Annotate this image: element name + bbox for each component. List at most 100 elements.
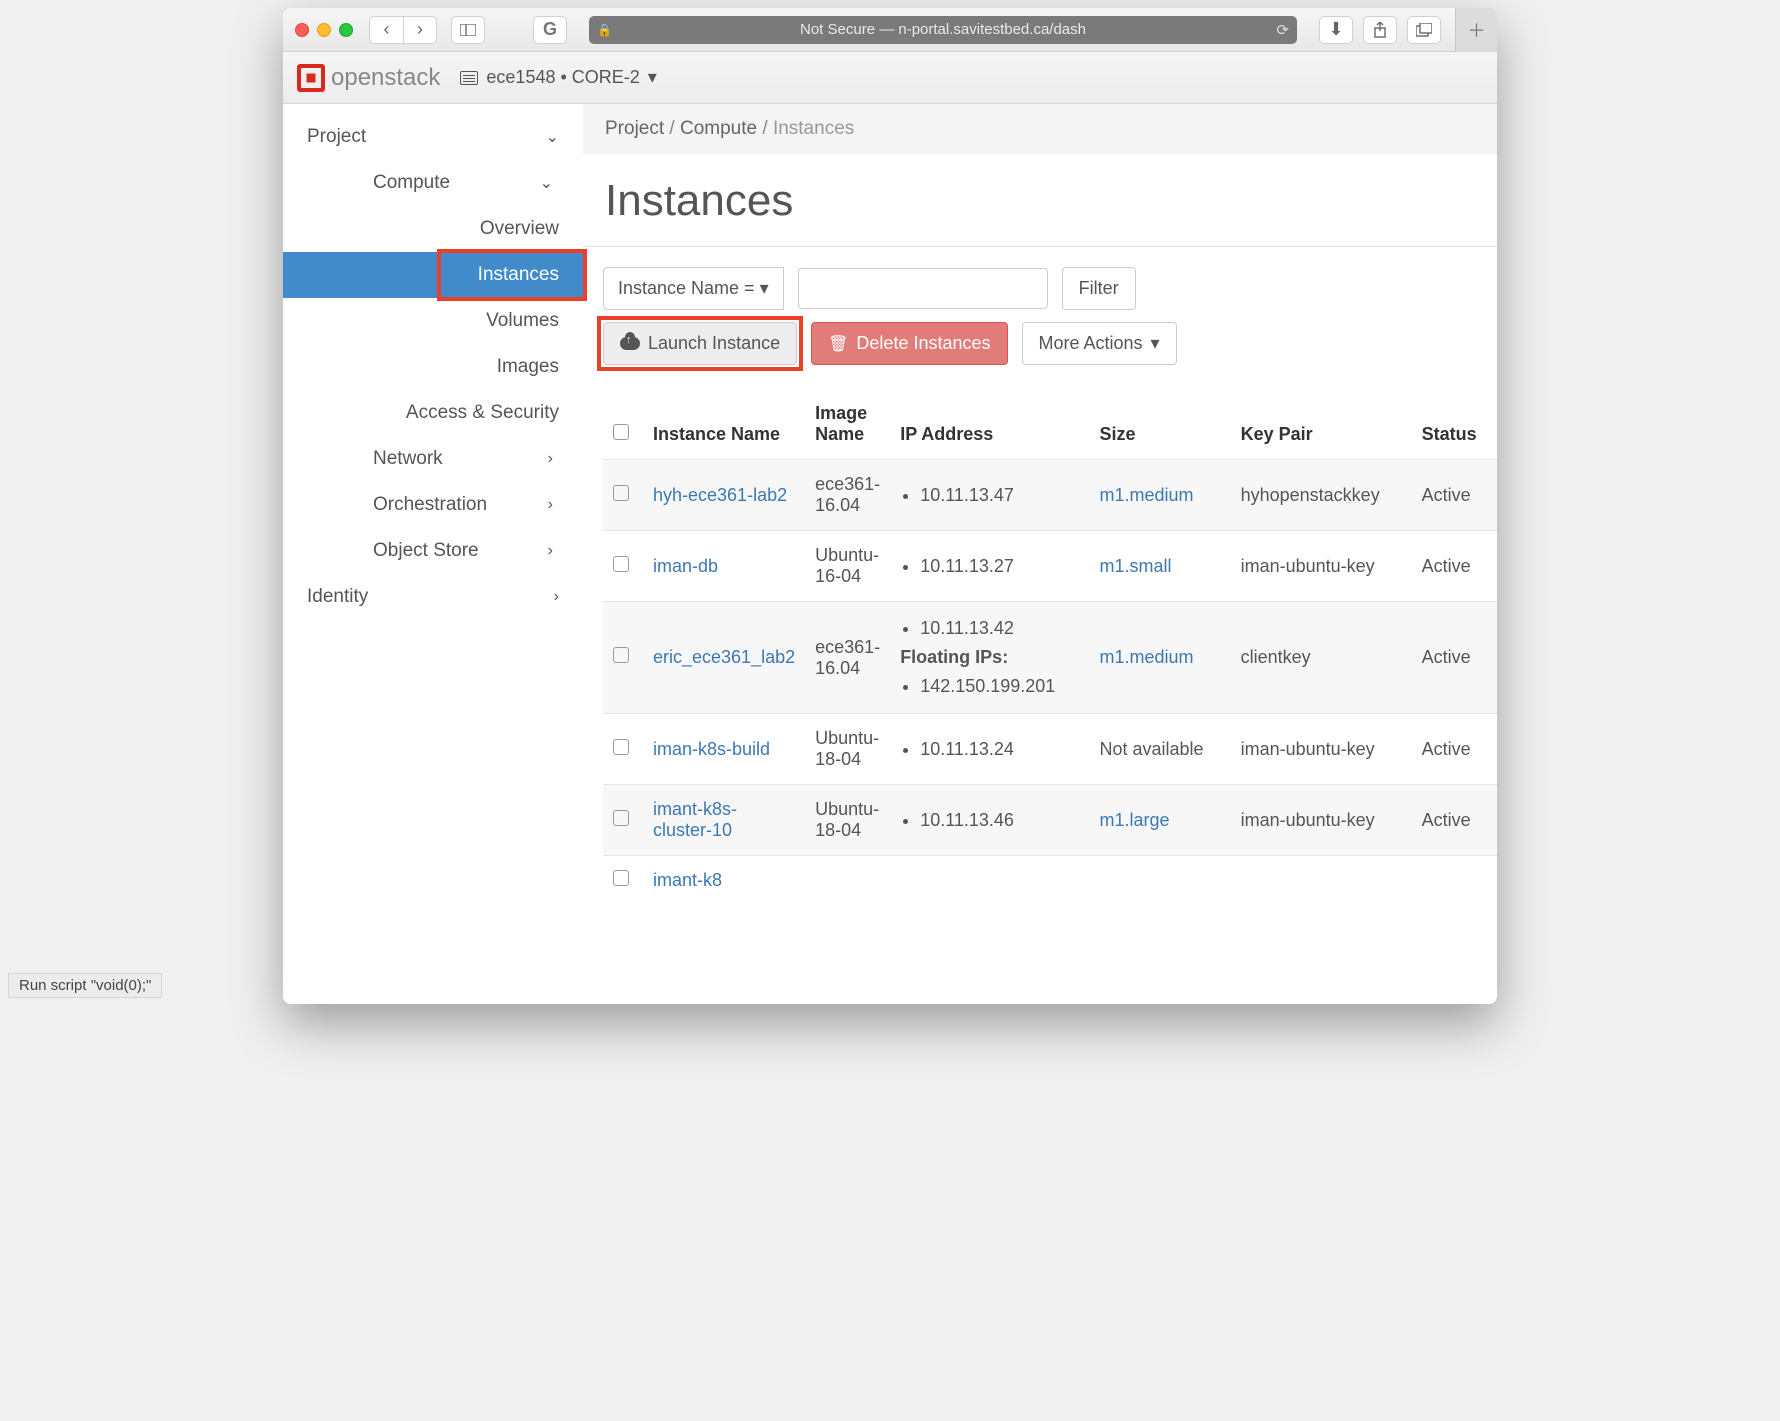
main-panel: Project / Compute / Instances Instances … [583, 104, 1497, 1004]
domain-icon [460, 71, 478, 85]
row-checkbox[interactable] [613, 485, 629, 501]
select-all-checkbox[interactable] [613, 424, 629, 440]
size-cell: Not available [1089, 714, 1230, 785]
col-size[interactable]: Size [1089, 389, 1230, 460]
ip-cell: 10.11.13.27 [890, 531, 1089, 602]
extension-button[interactable]: G [533, 16, 567, 44]
address-text: Not Secure — n-portal.savitestbed.ca/das… [800, 21, 1086, 38]
row-checkbox[interactable] [613, 556, 629, 572]
breadcrumb: Project / Compute / Instances [583, 104, 1497, 154]
more-actions-button[interactable]: More Actions ▾ [1022, 322, 1177, 365]
size-cell: m1.medium [1089, 460, 1230, 531]
size-cell: m1.medium [1089, 602, 1230, 714]
table-row: iman-db Ubuntu-16-0410.11.13.27 m1.small im… [603, 531, 1497, 602]
delete-instances-button[interactable]: Delete Instances [811, 322, 1007, 365]
size-link[interactable]: m1.medium [1099, 647, 1193, 667]
row-checkbox[interactable] [613, 739, 629, 755]
sidebar-toggle-button[interactable] [451, 16, 485, 44]
nav-access-security[interactable]: Access & Security [283, 390, 583, 436]
nav-network[interactable]: Network › [283, 436, 583, 482]
nav-instances-label: Instances [478, 264, 559, 286]
trash-icon [828, 333, 848, 354]
status-cell [1412, 856, 1497, 906]
minimize-window-button[interactable] [317, 23, 331, 37]
nav-network-label: Network [373, 448, 443, 470]
nav-orchestration-label: Orchestration [373, 494, 487, 516]
col-instance-name[interactable]: Instance Name [643, 389, 805, 460]
breadcrumb-current: Instances [773, 118, 854, 139]
launch-instance-label: Launch Instance [648, 333, 780, 354]
nav-compute[interactable]: Compute ⌄ [283, 160, 583, 206]
caret-down-icon: ▾ [760, 278, 769, 298]
instance-name-link[interactable]: hyh-ece361-lab2 [653, 485, 787, 505]
image-name-cell: Ubuntu-16-04 [805, 531, 890, 602]
browser-titlebar: ‹ › G 🔒 Not Secure — n-portal.savitestbe… [283, 8, 1497, 52]
project-context-switcher[interactable]: ece1548 • CORE-2 ▾ [460, 67, 656, 88]
nav-project[interactable]: Project ⌄ [283, 114, 583, 160]
nav-identity-label: Identity [307, 586, 368, 608]
instance-name-link[interactable]: imant-k8 [653, 870, 722, 890]
maximize-window-button[interactable] [339, 23, 353, 37]
col-status[interactable]: Status [1412, 389, 1497, 460]
share-icon [1373, 22, 1387, 38]
instance-name-link[interactable]: imant-k8s-cluster-10 [653, 799, 737, 840]
context-label: ece1548 • CORE-2 [486, 67, 639, 88]
brand-logo[interactable]: openstack [297, 64, 440, 92]
more-actions-label: More Actions [1039, 333, 1143, 354]
size-link[interactable]: m1.small [1099, 556, 1171, 576]
status-cell: Active [1412, 460, 1497, 531]
chevron-right-icon: › [548, 542, 553, 560]
row-checkbox[interactable] [613, 810, 629, 826]
row-checkbox[interactable] [613, 647, 629, 663]
launch-instance-button[interactable]: Launch Instance [603, 322, 797, 365]
filter-button[interactable]: Filter [1062, 267, 1136, 310]
key-pair-cell: iman-ubuntu-key [1231, 531, 1412, 602]
filter-field-select[interactable]: Instance Name = ▾ [603, 267, 784, 310]
back-button[interactable]: ‹ [369, 16, 403, 44]
size-link[interactable]: m1.large [1099, 810, 1169, 830]
nav-volumes[interactable]: Volumes [283, 298, 583, 344]
breadcrumb-project[interactable]: Project [605, 118, 664, 139]
table-row: iman-k8s-buildUbuntu-18-0410.11.13.24Not… [603, 714, 1497, 785]
row-checkbox[interactable] [613, 870, 629, 886]
filter-input[interactable] [798, 268, 1048, 309]
instance-name-link[interactable]: eric_ece361_lab2 [653, 647, 795, 667]
nav-object-store[interactable]: Object Store › [283, 528, 583, 574]
close-window-button[interactable] [295, 23, 309, 37]
instance-name-link[interactable]: iman-k8s-build [653, 739, 770, 759]
downloads-button[interactable]: ⬇ [1319, 16, 1353, 44]
col-key-pair[interactable]: Key Pair [1231, 389, 1412, 460]
ip-cell: 10.11.13.42Floating IPs:142.150.199.201 [890, 602, 1089, 714]
extension-icon: G [543, 19, 557, 40]
caret-down-icon: ▾ [1151, 333, 1160, 354]
breadcrumb-compute[interactable]: Compute [680, 118, 757, 139]
col-ip-address[interactable]: IP Address [890, 389, 1089, 460]
instance-name-link[interactable]: iman-db [653, 556, 718, 576]
content-area: Project ⌄ Compute ⌄ Overview Instances V… [283, 104, 1497, 1004]
nav-orchestration[interactable]: Orchestration › [283, 482, 583, 528]
chevron-down-icon: ⌄ [546, 127, 559, 147]
new-tab-button[interactable]: ＋ [1455, 8, 1497, 52]
key-pair-cell: iman-ubuntu-key [1231, 714, 1412, 785]
reload-icon[interactable]: ⟳ [1276, 21, 1289, 39]
tabs-button[interactable] [1407, 16, 1441, 44]
forward-button[interactable]: › [403, 16, 437, 44]
nav-object-store-label: Object Store [373, 540, 479, 562]
nav-images-label: Images [497, 356, 559, 378]
openstack-icon [297, 64, 325, 92]
floating-ip: 142.150.199.201 [920, 674, 1079, 699]
table-row: imant-k8s-cluster-10Ubuntu-18-0410.11.13… [603, 785, 1497, 856]
panel-icon [460, 24, 476, 36]
nav-instances[interactable]: Instances [283, 252, 583, 298]
size-link[interactable]: m1.medium [1099, 485, 1193, 505]
address-bar[interactable]: 🔒 Not Secure — n-portal.savitestbed.ca/d… [589, 16, 1297, 44]
col-image-name[interactable]: Image Name [805, 389, 890, 460]
image-name-cell: ece361-16.04 [805, 602, 890, 714]
ip-cell: 10.11.13.24 [890, 714, 1089, 785]
nav-overview[interactable]: Overview [283, 206, 583, 252]
ip-address: 10.11.13.46 [920, 808, 1079, 833]
ip-cell: 10.11.13.46 [890, 785, 1089, 856]
share-button[interactable] [1363, 16, 1397, 44]
nav-images[interactable]: Images [283, 344, 583, 390]
nav-identity[interactable]: Identity › [283, 574, 583, 620]
